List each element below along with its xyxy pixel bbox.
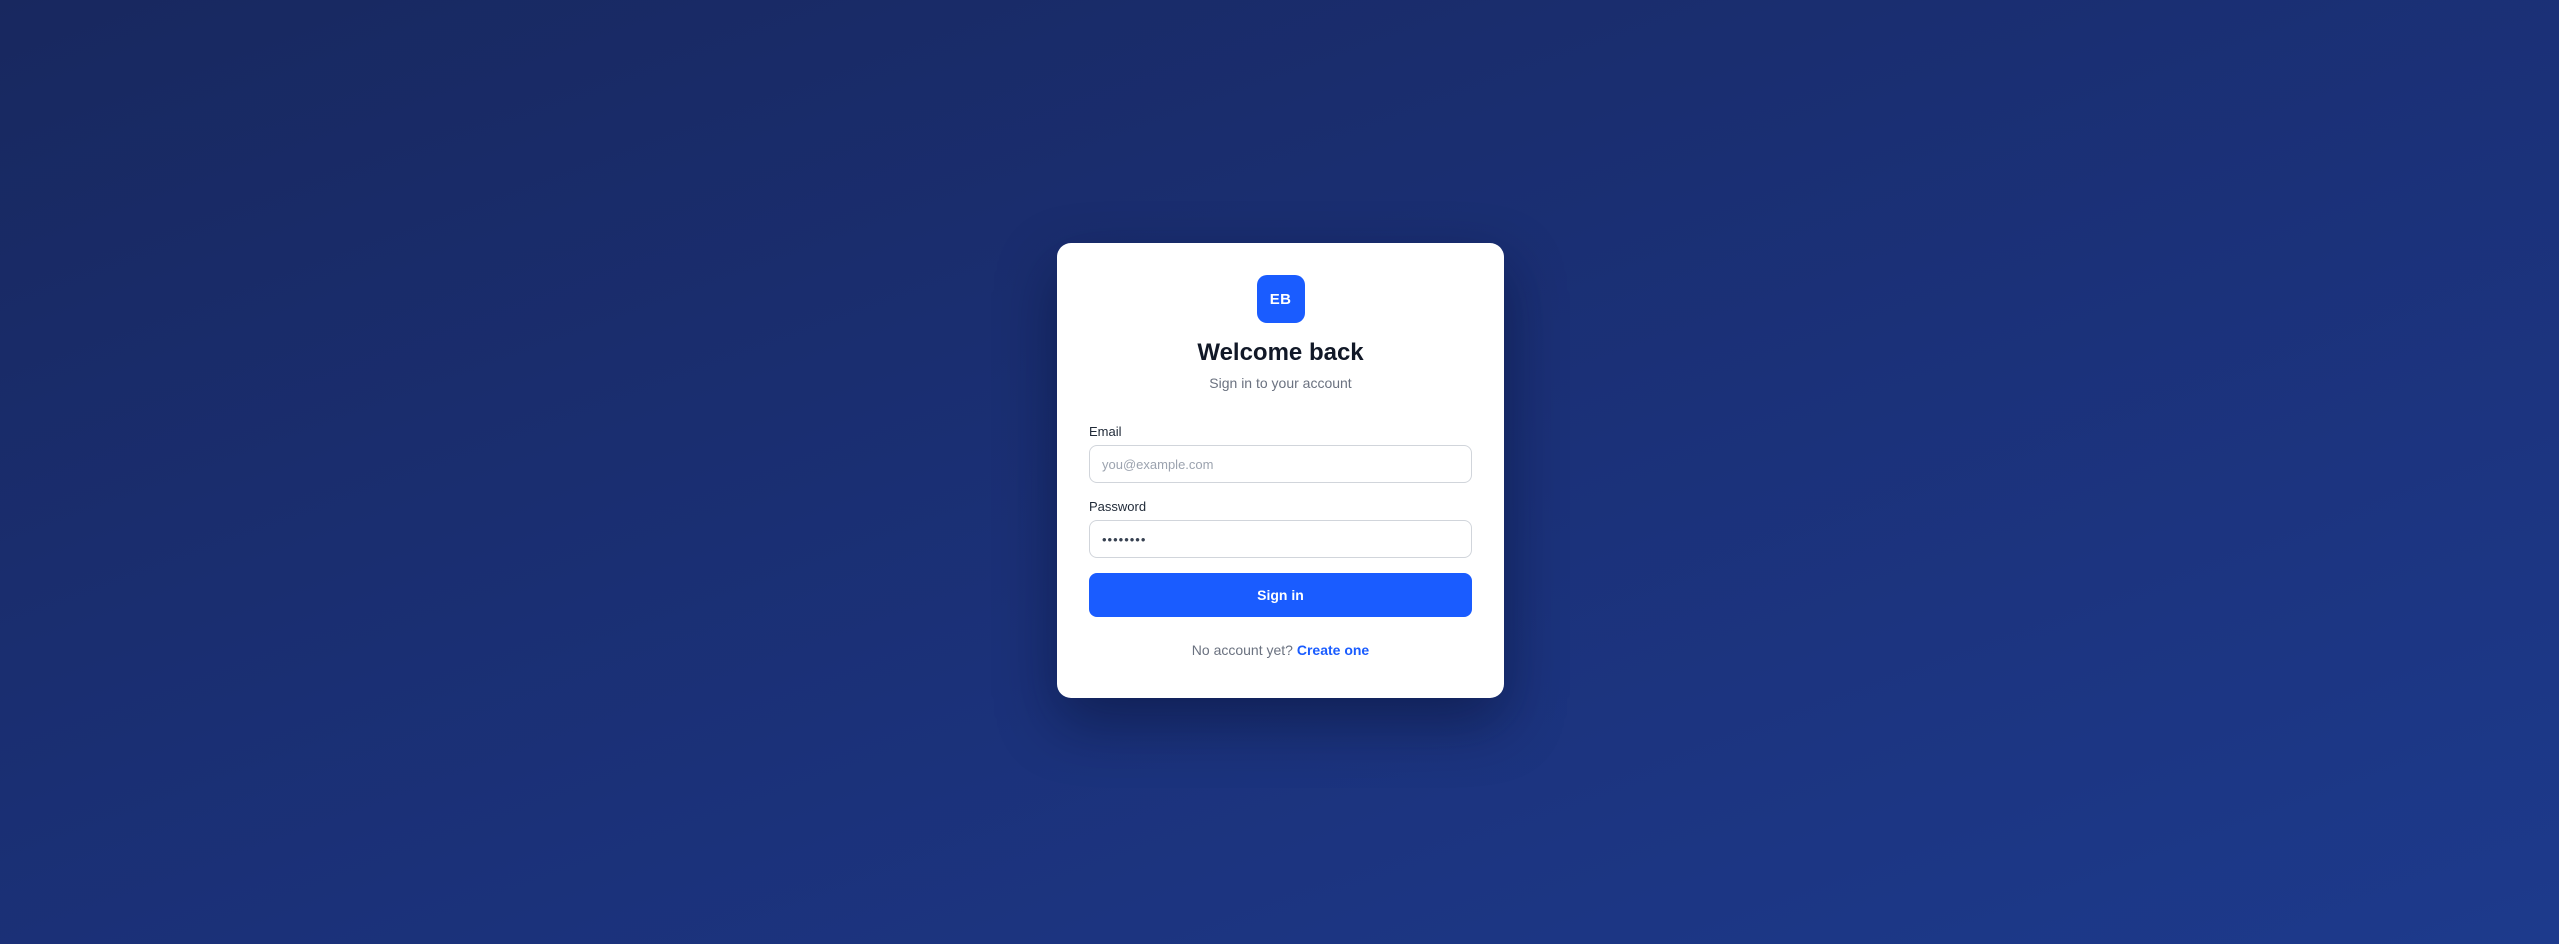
email-field-group: Email (1089, 424, 1472, 483)
password-label: Password (1089, 499, 1147, 514)
email-label: Email (1089, 424, 1122, 439)
password-field[interactable] (1089, 520, 1472, 558)
login-card: EB Welcome back Sign in to your account … (1057, 243, 1504, 698)
brand-logo: EB (1256, 275, 1305, 323)
page-subtitle: Sign in to your account (1209, 375, 1352, 391)
signup-prompt: No account yet? Create one (1089, 642, 1472, 658)
email-field[interactable] (1089, 445, 1472, 483)
sign-in-button[interactable]: Sign in (1089, 573, 1472, 617)
password-field-group: Password (1089, 499, 1472, 558)
brand-logo-initials: EB (1269, 290, 1292, 308)
signup-prompt-text: No account yet? (1191, 642, 1293, 658)
create-account-link[interactable]: Create one (1297, 642, 1369, 658)
page-title: Welcome back (1197, 339, 1364, 366)
